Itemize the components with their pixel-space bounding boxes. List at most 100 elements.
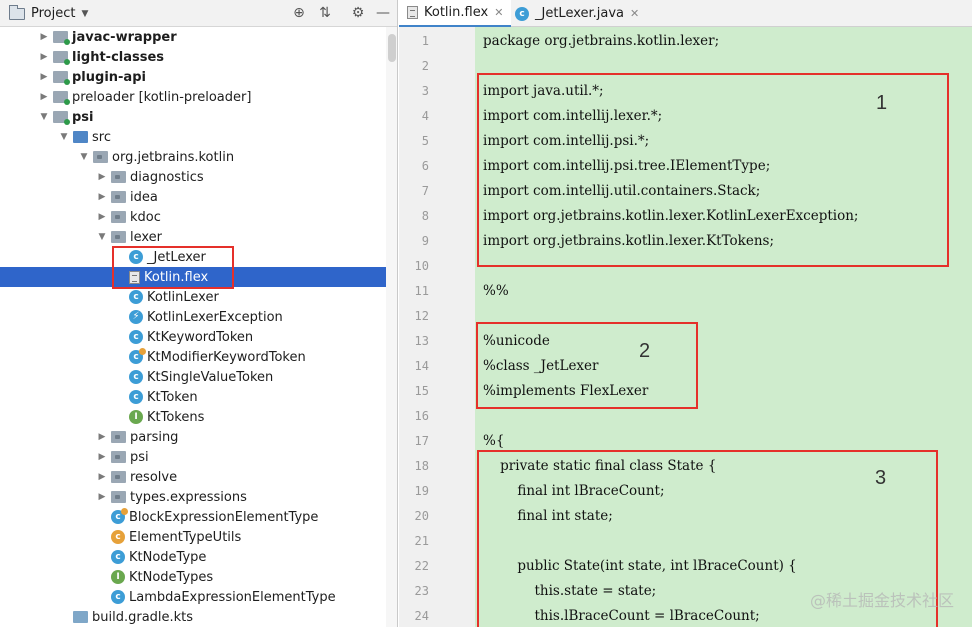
tree-item[interactable]: ⚡ KotlinLexerException (0, 307, 397, 327)
expand-arrow-icon[interactable]: ▶ (38, 32, 50, 42)
tree-item[interactable]: c KtKeywordToken (0, 327, 397, 347)
project-panel-header: Project ▼ ⊕ ⇅ ⚙ — (0, 0, 397, 27)
package-icon (111, 491, 126, 503)
tree-item[interactable]: ▶ preloader [kotlin-preloader] (0, 87, 397, 107)
expand-arrow-icon[interactable]: ▶ (38, 72, 50, 82)
tree-item[interactable]: ▶ kdoc (0, 207, 397, 227)
close-icon[interactable]: ✕ (630, 7, 639, 20)
project-panel-title: Project (31, 6, 76, 21)
package-icon (111, 471, 126, 483)
tree-item[interactable]: c KtSingleValueToken (0, 367, 397, 387)
expand-arrow-icon[interactable]: ▶ (96, 432, 108, 442)
tree-item[interactable]: ▶ javac-wrapper (0, 27, 397, 47)
code-line[interactable]: %% (483, 279, 509, 304)
locate-file-icon[interactable]: ⊕ (290, 4, 308, 22)
collapse-arrow-icon[interactable]: ▼ (78, 152, 90, 162)
project-view-selector[interactable]: Project ▼ (9, 0, 88, 27)
tree-item-label: KotlinLexerException (147, 309, 283, 325)
tree-item-label: ElementTypeUtils (129, 529, 242, 545)
minimize-icon[interactable]: — (374, 4, 392, 22)
tree-item[interactable]: ▶ resolve (0, 467, 397, 487)
expand-arrow-icon[interactable]: ▶ (96, 472, 108, 482)
tree-item[interactable]: c KtModifierKeywordToken (0, 347, 397, 367)
line-number: 23 (414, 584, 429, 598)
tree-item-label: javac-wrapper (72, 29, 177, 45)
tree-item[interactable]: I KtTokens (0, 407, 397, 427)
class-icon: c (129, 290, 143, 304)
tree-item[interactable]: ▶ light-classes (0, 47, 397, 67)
tree-scrollbar-thumb[interactable] (388, 34, 396, 62)
collapse-all-icon[interactable]: ⇅ (316, 4, 334, 22)
tree-item[interactable]: ▶ psi (0, 447, 397, 467)
package-icon (93, 151, 108, 163)
source-folder-icon (73, 131, 88, 143)
annotation-highlight-box (112, 246, 234, 289)
module-icon (53, 31, 70, 45)
tab-kotlin-flex[interactable]: Kotlin.flex ✕ (399, 0, 512, 28)
tree-item[interactable]: ▼ src (0, 127, 397, 147)
interface-icon: I (129, 410, 143, 424)
tree-item[interactable]: c KtToken (0, 387, 397, 407)
line-number: 13 (414, 334, 429, 348)
expand-arrow-icon[interactable]: ▶ (96, 192, 108, 202)
code-line[interactable]: package org.jetbrains.kotlin.lexer; (483, 29, 719, 54)
line-number: 9 (421, 234, 429, 248)
collapse-arrow-icon[interactable]: ▼ (38, 112, 50, 122)
package-icon (111, 431, 126, 443)
tree-scrollbar[interactable] (386, 27, 397, 627)
tree-item[interactable]: ▶ idea (0, 187, 397, 207)
line-number: 17 (414, 434, 429, 448)
tree-item-label: psi (72, 109, 94, 125)
expand-arrow-icon[interactable]: ▶ (38, 92, 50, 102)
collapse-arrow-icon[interactable]: ▼ (58, 132, 70, 142)
tree-item-label: light-classes (72, 49, 165, 65)
tree-item[interactable]: ▼ psi (0, 107, 397, 127)
gear-icon[interactable]: ⚙ (349, 4, 367, 22)
expand-arrow-icon[interactable]: ▶ (96, 212, 108, 222)
tree-item-label: KtTokens (147, 409, 205, 425)
package-icon (111, 231, 126, 243)
tree-item-label: KtKeywordToken (147, 329, 254, 345)
chevron-down-icon: ▼ (81, 8, 89, 19)
line-number: 14 (414, 359, 429, 373)
expand-arrow-icon[interactable]: ▶ (38, 52, 50, 62)
tree-item[interactable]: c BlockExpressionElementType (0, 507, 397, 527)
line-number: 4 (421, 109, 429, 123)
tree-item[interactable]: ▼ org.jetbrains.kotlin (0, 147, 397, 167)
tree-item[interactable]: ▶ diagnostics (0, 167, 397, 187)
tree-item[interactable]: c ElementTypeUtils (0, 527, 397, 547)
tree-item[interactable]: ▶ types.expressions (0, 487, 397, 507)
module-icon (53, 51, 70, 65)
expand-arrow-icon[interactable]: ▶ (96, 452, 108, 462)
tree-item[interactable]: I KtNodeTypes (0, 567, 397, 587)
module-icon (53, 111, 70, 125)
project-panel: Project ▼ ⊕ ⇅ ⚙ — ▶ javac-wrapper ▶ light-c… (0, 0, 398, 627)
line-number: 16 (414, 409, 429, 423)
tree-item[interactable]: build.gradle.kts (0, 607, 397, 627)
package-icon (111, 191, 126, 203)
annotation-box-2 (476, 322, 698, 409)
close-icon[interactable]: ✕ (494, 6, 503, 19)
collapse-arrow-icon[interactable]: ▼ (96, 232, 108, 242)
class-icon: c (515, 6, 529, 21)
tree-item-label: plugin-api (72, 69, 146, 85)
tree-item[interactable]: c KotlinLexer (0, 287, 397, 307)
tree-item-label: KtNodeType (129, 549, 207, 565)
tree-item[interactable]: ▶ parsing (0, 427, 397, 447)
tree-item-label: org.jetbrains.kotlin (112, 149, 235, 165)
annotation-number-2: 2 (639, 340, 651, 362)
tree-item[interactable]: c KtNodeType (0, 547, 397, 567)
module-icon (53, 71, 70, 85)
expand-arrow-icon[interactable]: ▶ (96, 172, 108, 182)
tree-item-label: KtSingleValueToken (147, 369, 274, 385)
line-number: 12 (414, 309, 429, 323)
tree-item[interactable]: ▶ plugin-api (0, 67, 397, 87)
class-kotlin-icon: c (111, 508, 128, 524)
tree-item-label: src (92, 129, 111, 145)
expand-arrow-icon[interactable]: ▶ (96, 492, 108, 502)
tree-item[interactable]: ▼ lexer (0, 227, 397, 247)
line-number: 11 (414, 284, 429, 298)
tree-item[interactable]: c LambdaExpressionElementType (0, 587, 397, 607)
tab-jetlexer-java[interactable]: c _JetLexer.java ✕ (507, 0, 647, 27)
editor-panel: Kotlin.flex ✕ c _JetLexer.java ✕ 1234567… (399, 0, 972, 627)
